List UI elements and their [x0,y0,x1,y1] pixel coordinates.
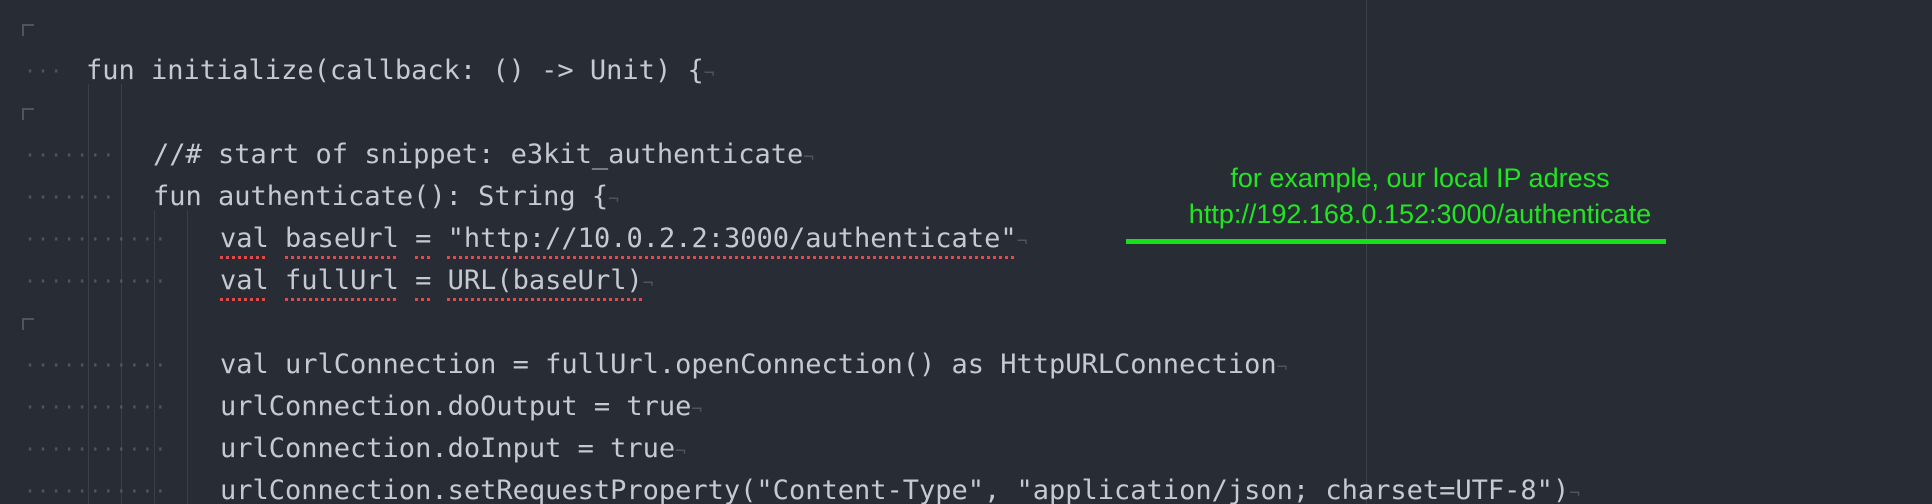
code-editor[interactable]: ··· fun initialize(callback: () -> Unit) … [0,0,1932,504]
code-token: baseUrl [285,223,399,254]
empty-line-marker [22,318,34,330]
code-token: urlConnection.setRequestProperty("Conten… [220,475,1570,504]
whitespace-dots: ··········· [24,437,168,461]
empty-line-marker [22,24,34,36]
code-text: urlConnection.setRequestProperty("Conten… [220,470,1580,504]
whitespace-dots: ··········· [24,353,168,377]
code-token: //# start of snippet: e3kit_authenticate [153,139,804,170]
whitespace-dots: ··········· [24,395,168,419]
code-text: //# start of snippet: e3kit_authenticate… [153,134,814,176]
eol-marker: ¬ [691,399,703,420]
eol-marker: ¬ [1569,483,1581,504]
annotation-note: for example, our local IP adress http://… [1120,160,1720,232]
code-token: val urlConnection = fullUrl.openConnecti… [220,349,1277,380]
annotation-line-2: http://192.168.0.152:3000/authenticate [1188,199,1652,229]
code-text: val fullUrl = URL(baseUrl)¬ [220,260,654,302]
code-token: urlConnection.doOutput = true [220,391,692,422]
annotation-line-1: for example, our local IP adress [1230,163,1610,193]
eol-marker: ¬ [703,63,715,84]
eol-marker: ¬ [1016,231,1028,252]
empty-line-marker [22,108,34,120]
indent-guide [187,210,188,504]
code-token: val [220,265,269,296]
code-text: fun authenticate(): String {¬ [153,176,619,218]
code-text: urlConnection.doInput = true¬ [220,428,686,470]
eol-marker: ¬ [675,441,686,462]
code-token: val [220,223,269,254]
code-token: "http://10.0.2.2:3000/authenticate" [447,223,1017,254]
whitespace-dots: ··········· [24,227,168,251]
eol-marker: ¬ [1276,357,1288,378]
code-token: fun authenticate(): String { [153,181,609,212]
code-token: URL(baseUrl) [447,265,643,296]
whitespace-dots: ··········· [24,479,168,503]
eol-marker: ¬ [803,147,815,168]
code-token: = [415,223,432,254]
annotation-underline [1126,239,1666,244]
code-token: fun initialize(callback: () -> Unit) { [86,55,704,86]
right-margin-ruler [1366,0,1367,504]
code-token: fullUrl [285,265,399,296]
whitespace-dots: ··········· [24,269,168,293]
code-text: fun initialize(callback: () -> Unit) {¬ [86,50,715,92]
code-text: urlConnection.doOutput = true¬ [220,386,702,428]
code-text: val baseUrl = "http://10.0.2.2:3000/auth… [220,218,1027,260]
eol-marker: ¬ [608,189,619,210]
code-token: urlConnection.doInput = true [220,433,676,464]
whitespace-dots: ······· [24,143,116,167]
whitespace-dots: ··· [24,59,64,83]
eol-marker: ¬ [642,273,654,294]
code-token: = [415,265,432,296]
whitespace-dots: ······· [24,185,116,209]
code-text: val urlConnection = fullUrl.openConnecti… [220,344,1287,386]
